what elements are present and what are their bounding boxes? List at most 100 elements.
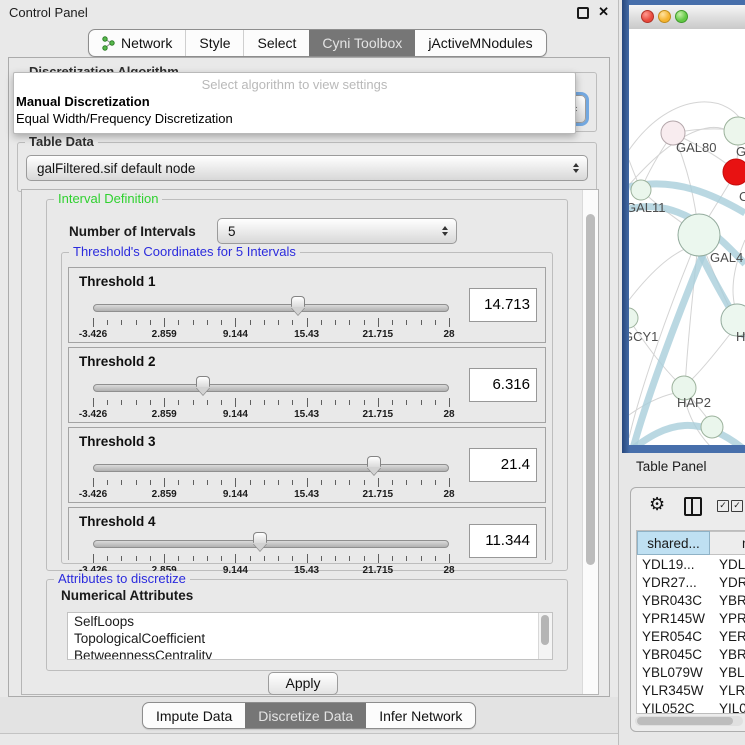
popup-option-manual-discretization[interactable]: Manual Discretization xyxy=(14,93,575,110)
table-data-title: Table Data xyxy=(25,134,98,149)
table-row[interactable]: YER054CYER0 xyxy=(637,627,745,645)
attribute-item[interactable]: TopologicalCoefficient xyxy=(68,630,552,647)
number-of-intervals-combo[interactable]: 5 xyxy=(217,218,457,244)
node-label: GAL11 xyxy=(629,200,666,215)
slider-thumb[interactable] xyxy=(290,296,306,317)
tab-style[interactable]: Style xyxy=(185,30,243,56)
table-row[interactable]: YBR045CYBR0 xyxy=(637,645,745,663)
close-traffic-light[interactable] xyxy=(641,10,654,23)
table-row[interactable]: YDL19...YDL1 xyxy=(637,555,745,573)
slider-track[interactable] xyxy=(93,304,449,312)
slider-thumb[interactable] xyxy=(366,456,382,477)
node-label: GAL4 xyxy=(710,250,743,265)
tab-select[interactable]: Select xyxy=(243,30,309,56)
control-panel-titlebar: Control Panel ✕ xyxy=(0,0,618,26)
threshold-4-slider[interactable]: -3.4262.8599.14415.4321.71528 xyxy=(93,530,449,576)
network-canvas[interactable]: GAL80GACGAL11GAL4GCY1HHAP2 xyxy=(629,29,745,445)
scrollbar-thumb[interactable] xyxy=(586,214,595,565)
settings-scroll-area: Interval Definition Number of Intervals … xyxy=(21,189,599,695)
attributes-list-items: SelfLoopsTopologicalCoefficientBetweenne… xyxy=(68,613,552,660)
network-node[interactable] xyxy=(629,308,638,328)
interval-definition-group: Interval Definition Number of Intervals … xyxy=(46,199,568,571)
gear-icon[interactable]: ⚙ xyxy=(649,494,665,515)
attribute-item[interactable]: BetweennessCentrality xyxy=(68,647,552,660)
network-edge-thick[interactable] xyxy=(629,425,745,445)
threshold-1-label: Threshold 1 xyxy=(79,274,156,289)
network-edge[interactable] xyxy=(685,235,699,388)
slider-ruler xyxy=(93,554,449,563)
network-svg: GAL80GACGAL11GAL4GCY1HHAP2 xyxy=(629,29,745,445)
column-header-name[interactable]: n xyxy=(710,531,745,555)
table-row[interactable]: YIL052CYIL0 xyxy=(637,699,745,714)
threshold-2-slider[interactable]: -3.4262.8599.14415.4321.71528 xyxy=(93,374,449,420)
float-window-icon[interactable] xyxy=(577,7,589,19)
number-of-intervals-value: 5 xyxy=(228,224,236,239)
algorithm-popup: Select algorithm to view settings Manual… xyxy=(13,72,576,134)
popup-hint: Select algorithm to view settings xyxy=(14,76,575,93)
numerical-attributes-list[interactable]: SelfLoopsTopologicalCoefficientBetweenne… xyxy=(67,612,553,660)
deselect-all-checkbox-icon[interactable]: ✓ xyxy=(731,500,743,512)
table-row[interactable]: YDR27...YDR2 xyxy=(637,573,745,591)
popup-option-equal-width-frequency[interactable]: Equal Width/Frequency Discretization xyxy=(14,110,575,127)
panel-title: Control Panel xyxy=(9,5,88,20)
table-row[interactable]: YPR145WYPR1 xyxy=(637,609,745,627)
cyni-toolbox-panel: Discretization Algorithm Table Data galF… xyxy=(8,57,610,697)
slider-scale: -3.4262.8599.14415.4321.71528 xyxy=(93,489,449,501)
network-node[interactable] xyxy=(701,416,723,438)
threshold-3-slider[interactable]: -3.4262.8599.14415.4321.71528 xyxy=(93,454,449,500)
threshold-1-value-field[interactable]: 14.713 xyxy=(469,288,537,322)
table-row[interactable]: YBR043CYBR0 xyxy=(637,591,745,609)
tab-infer-network[interactable]: Infer Network xyxy=(366,703,475,728)
table-row[interactable]: YBL079WYBL0 xyxy=(637,663,745,681)
table-horizontal-scrollbar[interactable] xyxy=(635,716,743,726)
column-header-shared[interactable]: shared... xyxy=(637,531,710,555)
slider-track[interactable] xyxy=(93,384,449,392)
tab-discretize-data[interactable]: Discretize Data xyxy=(245,703,366,728)
threshold-1-panel: Threshold 1 -3.4262.8599.14415.4321.7152… xyxy=(68,267,546,343)
network-node[interactable] xyxy=(723,159,745,185)
threshold-3-value-field[interactable]: 21.4 xyxy=(469,448,537,482)
network-edge-thick[interactable] xyxy=(632,254,703,445)
close-icon[interactable]: ✕ xyxy=(598,4,609,20)
network-node[interactable] xyxy=(631,180,651,200)
apply-button[interactable]: Apply xyxy=(268,672,338,695)
slider-scale: -3.4262.8599.14415.4321.71528 xyxy=(93,329,449,341)
table-data-combo[interactable]: galFiltered.sif default node xyxy=(26,155,588,181)
threshold-3-label: Threshold 3 xyxy=(79,434,156,449)
attribute-item[interactable]: SelfLoops xyxy=(68,613,552,630)
slider-thumb[interactable] xyxy=(195,376,211,397)
select-all-checkbox-icon[interactable]: ✓ xyxy=(717,500,729,512)
tab-jactivemnodules[interactable]: jActiveMNodules xyxy=(415,30,545,56)
attributes-list-scrollbar[interactable] xyxy=(538,613,552,659)
scrollbar-thumb[interactable] xyxy=(637,717,733,725)
attributes-title: Attributes to discretize xyxy=(54,571,190,586)
table-row[interactable]: YLR345WYLR3 xyxy=(637,681,745,699)
slider-track[interactable] xyxy=(93,540,449,548)
table-data-value: galFiltered.sif default node xyxy=(37,161,195,176)
tab-impute-data[interactable]: Impute Data xyxy=(143,703,245,728)
tab-cyni-toolbox[interactable]: Cyni Toolbox xyxy=(309,30,415,56)
network-edge[interactable] xyxy=(629,392,680,415)
settings-vertical-scrollbar[interactable] xyxy=(582,190,598,694)
threshold-4-label: Threshold 4 xyxy=(79,514,156,529)
network-node[interactable] xyxy=(724,117,745,145)
slider-track[interactable] xyxy=(93,464,449,472)
threshold-2-value-field[interactable]: 6.316 xyxy=(469,368,537,402)
columns-icon[interactable] xyxy=(684,497,702,516)
control-panel-window: Control Panel ✕ Network Style Select xyxy=(0,0,619,745)
node-label: HAP2 xyxy=(677,395,711,410)
number-of-intervals-label: Number of Intervals xyxy=(69,224,196,239)
network-icon xyxy=(102,36,115,51)
zoom-traffic-light[interactable] xyxy=(675,10,688,23)
threshold-2-panel: Threshold 2 -3.4262.8599.14415.4321.7152… xyxy=(68,347,546,423)
threshold-4-value-field[interactable]: 11.344 xyxy=(469,524,537,558)
node-label: H xyxy=(736,329,745,344)
slider-thumb[interactable] xyxy=(252,532,268,553)
threshold-1-slider[interactable]: -3.4262.8599.14415.4321.71528 xyxy=(93,294,449,340)
top-tab-bar: Network Style Select Cyni Toolbox jActiv… xyxy=(88,29,547,57)
threshold-4-panel: Threshold 4 -3.4262.8599.14415.4321.7152… xyxy=(68,507,546,560)
tab-network[interactable]: Network xyxy=(89,30,185,56)
node-attribute-table: shared... n YDL19...YDL1YDR27...YDR2YBR0… xyxy=(636,530,745,714)
minimize-traffic-light[interactable] xyxy=(658,10,671,23)
numerical-attributes-header: Numerical Attributes xyxy=(61,588,193,603)
